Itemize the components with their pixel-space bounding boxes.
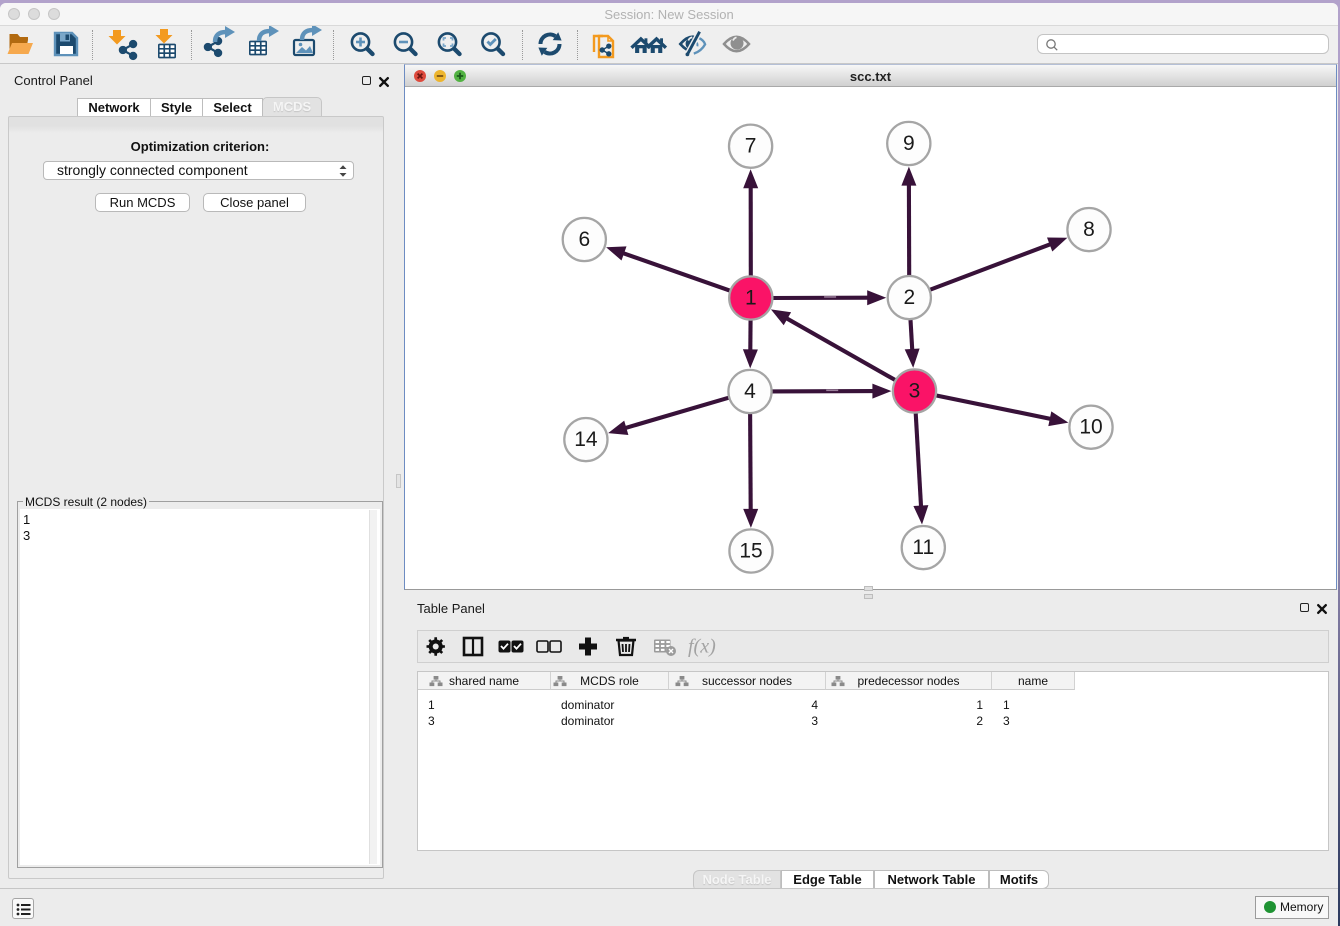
svg-text:9: 9 [903,132,915,155]
svg-text:11: 11 [912,536,934,559]
svg-text:7: 7 [745,135,757,158]
svg-text:6: 6 [578,228,590,251]
svg-text:1: 1 [745,287,757,310]
svg-text:15: 15 [739,540,762,563]
svg-text:2: 2 [903,286,915,309]
svg-text:3: 3 [909,380,921,403]
svg-text:8: 8 [1083,218,1095,241]
svg-text:4: 4 [744,380,756,403]
svg-text:14: 14 [574,428,598,451]
svg-text:f(x): f(x) [688,636,716,658]
svg-text:10: 10 [1079,416,1102,439]
